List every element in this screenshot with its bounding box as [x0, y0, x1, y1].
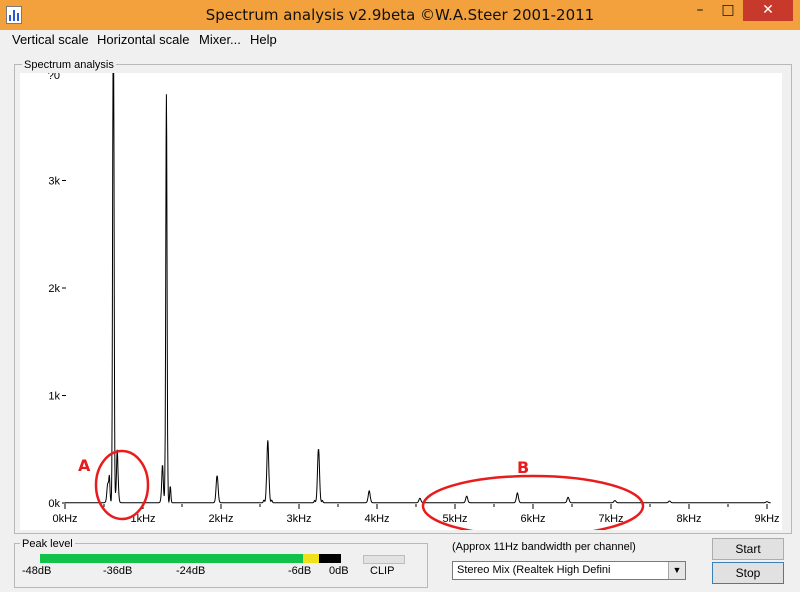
peak-level-label: Peak level [20, 538, 75, 550]
meter-label-clip: CLIP [370, 565, 395, 577]
close-button[interactable]: ✕ [743, 0, 793, 21]
menu-help[interactable]: Help [250, 32, 277, 47]
x-tick-label: 0kHz [52, 513, 77, 525]
spectrum-group-label: Spectrum analysis [22, 59, 116, 71]
meter-yellow-segment [303, 554, 319, 563]
minimize-button[interactable]: – [686, 0, 714, 21]
annotation-circle-a [94, 449, 150, 521]
spectrum-trace [65, 73, 771, 504]
menu-bar: Vertical scale Horizontal scale Mixer...… [0, 30, 800, 50]
input-device-select[interactable]: Stereo Mix (Realtek High Defini ▼ [452, 561, 686, 580]
y-tick-label: 3k [48, 176, 60, 188]
x-tick-label: 9kHz [754, 513, 779, 525]
y-tick-label: 1k [48, 391, 60, 403]
title-bar[interactable]: Spectrum analysis v2.9beta ©W.A.Steer 20… [0, 0, 800, 30]
meter-green-segment [40, 554, 303, 563]
menu-mixer[interactable]: Mixer... [199, 32, 241, 47]
app-window: Spectrum analysis v2.9beta ©W.A.Steer 20… [0, 0, 800, 592]
start-button[interactable]: Start [712, 538, 784, 560]
peak-level-group-box [14, 543, 428, 588]
spectrum-plot: 0k 1k 2k 3k ?0 0kHz 1kHz 2kHz 3kHz 4kHz 5kHz 6kHz 7k… [20, 73, 782, 530]
spectrum-chart: 0k1k2k3k?00kHz 1kHz 2kHz 3kHz 4kHz 5kHz 6kHz 7k… [48, 73, 780, 530]
x-tick-label: 8kHz [676, 513, 701, 525]
meter-label-0db: 0dB [329, 565, 349, 577]
x-tick-label: 3kHz [286, 513, 311, 525]
maximize-button[interactable]: □ [714, 0, 742, 21]
meter-label-minus24: -24dB [176, 565, 206, 577]
stop-button[interactable]: Stop [712, 562, 784, 584]
stop-button-label: Stop [735, 566, 761, 580]
y-tick-label: 0k [48, 498, 60, 510]
meter-label-minus36: -36dB [103, 565, 133, 577]
menu-vertical-scale[interactable]: Vertical scale [12, 32, 89, 47]
x-tick-label: 2kHz [208, 513, 233, 525]
x-tick-label: 4kHz [364, 513, 389, 525]
chevron-down-icon[interactable]: ▼ [668, 562, 685, 579]
annotation-label-a: A [78, 456, 91, 475]
x-tick-label: 6kHz [520, 513, 545, 525]
meter-label-minus48: -48dB [22, 565, 52, 577]
window-title: Spectrum analysis v2.9beta ©W.A.Steer 20… [205, 6, 595, 24]
meter-black-segment [319, 554, 341, 563]
start-button-label: Start [735, 542, 761, 556]
bandwidth-note: (Approx 11Hz bandwidth per channel) [452, 541, 636, 553]
clip-indicator [363, 555, 405, 564]
peak-level-meter [40, 554, 341, 563]
input-device-value: Stereo Mix (Realtek High Defini [457, 564, 611, 576]
meter-label-minus6: -6dB [288, 565, 312, 577]
annotation-label-b: B [517, 458, 529, 477]
y-tick-label: 2k [48, 283, 60, 295]
y-tick-label: ?0 [48, 73, 60, 82]
menu-horizontal-scale[interactable]: Horizontal scale [97, 32, 190, 47]
